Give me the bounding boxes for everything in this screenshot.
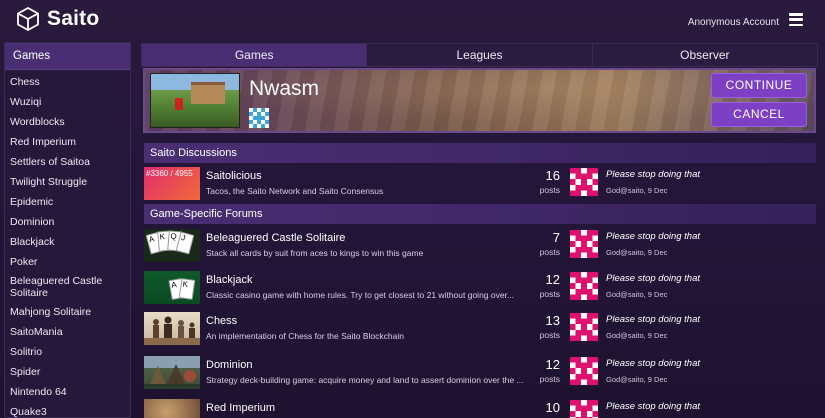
forum-row[interactable]: Dominion Strategy deck-building game: ac… bbox=[144, 355, 816, 393]
last-poster-identicon bbox=[570, 272, 598, 300]
post-count: 10 bbox=[545, 400, 560, 415]
last-post-meta: God@saito, 9 Dec bbox=[606, 290, 668, 299]
last-poster-identicon bbox=[570, 230, 598, 258]
last-post-title[interactable]: Please stop doing that bbox=[606, 231, 700, 242]
sidebar-item-dominion[interactable]: Dominion bbox=[5, 212, 130, 232]
forum-name[interactable]: Beleaguered Castle Solitaire bbox=[206, 232, 345, 244]
main-tabs: Games Leagues Observer bbox=[141, 43, 818, 67]
sidebar-item-red-imperium[interactable]: Red Imperium bbox=[5, 132, 130, 152]
logo-text: Saito bbox=[47, 7, 100, 30]
sidebar-item-wordblocks[interactable]: Wordblocks bbox=[5, 112, 130, 132]
sidebar-item-solitrio[interactable]: Solitrio bbox=[5, 342, 130, 362]
forum-row[interactable]: Chess An implementation of Chess for the… bbox=[144, 311, 816, 349]
last-post-title[interactable]: Please stop doing that bbox=[606, 401, 700, 412]
last-poster-identicon bbox=[570, 313, 598, 341]
sidebar-item-epidemic[interactable]: Epidemic bbox=[5, 192, 130, 212]
post-count: 12 bbox=[545, 357, 560, 372]
app-header: Saito Anonymous Account bbox=[0, 0, 825, 40]
last-post-title[interactable]: Please stop doing that bbox=[606, 273, 700, 284]
dominion-art-icon bbox=[144, 356, 200, 389]
last-poster-identicon bbox=[570, 357, 598, 385]
forum-name[interactable]: Red Imperium bbox=[206, 402, 275, 414]
forum-name[interactable]: Saitolicious bbox=[206, 170, 262, 182]
sidebar-item-mahjong[interactable]: Mahjong Solitaire bbox=[5, 302, 130, 322]
post-count: 7 bbox=[552, 230, 560, 245]
chess-pieces-icon bbox=[144, 316, 200, 345]
tab-leagues[interactable]: Leagues bbox=[367, 44, 593, 66]
forum-thumbnail: #3360 / 4955 bbox=[144, 167, 200, 200]
forum-thumbnail: A K bbox=[144, 271, 200, 304]
post-count-unit: posts bbox=[539, 330, 560, 340]
forum-thumbnail: A K Q J bbox=[144, 229, 200, 262]
forum-name[interactable]: Dominion bbox=[206, 359, 252, 371]
last-post-title[interactable]: Please stop doing that bbox=[606, 314, 700, 325]
post-count: 12 bbox=[545, 272, 560, 287]
game-thumbnail bbox=[150, 73, 240, 128]
forum-description: An implementation of Chess for the Saito… bbox=[206, 331, 404, 341]
forum-row[interactable]: A K Blackjack Classic casino game with h… bbox=[144, 270, 816, 308]
post-count: 16 bbox=[545, 168, 560, 183]
forum-description: Strategy deck-building game: acquire mon… bbox=[206, 375, 524, 385]
sidebar-item-twilight-struggle[interactable]: Twilight Struggle bbox=[5, 172, 130, 192]
forum-name[interactable]: Blackjack bbox=[206, 274, 252, 286]
sidebar-item-chess[interactable]: Chess bbox=[5, 72, 130, 92]
post-count-unit: posts bbox=[539, 185, 560, 195]
game-invite-banner: Nwasm CONTINUE CANCEL bbox=[143, 68, 816, 133]
player-identicon bbox=[249, 108, 269, 128]
last-post-meta: God@saito, 9 Dec bbox=[606, 375, 668, 384]
account-label[interactable]: Anonymous Account bbox=[688, 17, 779, 28]
last-post-meta: God@saito, 9 Dec bbox=[606, 186, 668, 195]
forum-row[interactable]: Red Imperium 10 Please stop doing that bbox=[144, 398, 816, 418]
last-poster-identicon bbox=[570, 168, 598, 196]
last-post-meta: God@saito, 9 Dec bbox=[606, 331, 668, 340]
post-count-unit: posts bbox=[539, 374, 560, 384]
cube-logo-icon bbox=[17, 6, 39, 32]
last-post-meta: God@saito, 9 Dec bbox=[606, 248, 668, 257]
post-count: 13 bbox=[545, 313, 560, 328]
sidebar-item-quake3[interactable]: Quake3 bbox=[5, 402, 130, 417]
game-title: Nwasm bbox=[249, 77, 320, 100]
last-post-title[interactable]: Please stop doing that bbox=[606, 358, 700, 369]
forum-thumbnail bbox=[144, 356, 200, 389]
forum-row[interactable]: #3360 / 4955 Saitolicious Tacos, the Sai… bbox=[144, 166, 816, 204]
forum-description: Stack all cards by suit from aces to kin… bbox=[206, 248, 424, 258]
sidebar-item-wuziqi[interactable]: Wuziqi bbox=[5, 92, 130, 112]
tab-observer[interactable]: Observer bbox=[592, 44, 817, 66]
sidebar-item-blackjack[interactable]: Blackjack bbox=[5, 232, 130, 252]
sidebar-item-beleaguered-castle[interactable]: Beleaguered Castle Solitaire bbox=[5, 272, 130, 302]
post-count-unit: posts bbox=[539, 247, 560, 257]
forum-thumbnail bbox=[144, 312, 200, 345]
forum-row[interactable]: A K Q J Beleaguered Castle Solitaire Sta… bbox=[144, 228, 816, 266]
sidebar-item-spider[interactable]: Spider bbox=[5, 362, 130, 382]
saito-logo[interactable]: Saito bbox=[15, 6, 99, 32]
forum-thumbnail bbox=[144, 399, 200, 418]
section-header-saito-discussions: Saito Discussions bbox=[144, 143, 816, 163]
continue-button[interactable]: CONTINUE bbox=[711, 73, 807, 98]
last-poster-identicon bbox=[570, 400, 598, 418]
sidebar-item-nintendo-64[interactable]: Nintendo 64 bbox=[5, 382, 130, 402]
tab-games[interactable]: Games bbox=[142, 44, 368, 66]
hamburger-menu-icon[interactable] bbox=[789, 13, 803, 26]
forum-name[interactable]: Chess bbox=[206, 315, 237, 327]
sidebar-item-saitomania[interactable]: SaitoMania bbox=[5, 322, 130, 342]
forum-description: Tacos, the Saito Network and Saito Conse… bbox=[206, 186, 384, 196]
forum-description: Classic casino game with home rules. Try… bbox=[206, 290, 515, 300]
sidebar-game-list: Chess Wuziqi Wordblocks Red Imperium Set… bbox=[5, 70, 130, 417]
last-post-title[interactable]: Please stop doing that bbox=[606, 169, 700, 180]
games-sidebar: Games Chess Wuziqi Wordblocks Red Imperi… bbox=[4, 42, 131, 418]
sidebar-title: Games bbox=[5, 43, 130, 70]
sidebar-item-poker[interactable]: Poker bbox=[5, 252, 130, 272]
post-count-unit: posts bbox=[539, 289, 560, 299]
section-header-game-specific-forums: Game-Specific Forums bbox=[144, 204, 816, 224]
cancel-button[interactable]: CANCEL bbox=[711, 102, 807, 127]
sidebar-item-settlers[interactable]: Settlers of Saitoa bbox=[5, 152, 130, 172]
forum-thumbnail-text: #3360 / 4955 bbox=[146, 169, 193, 178]
